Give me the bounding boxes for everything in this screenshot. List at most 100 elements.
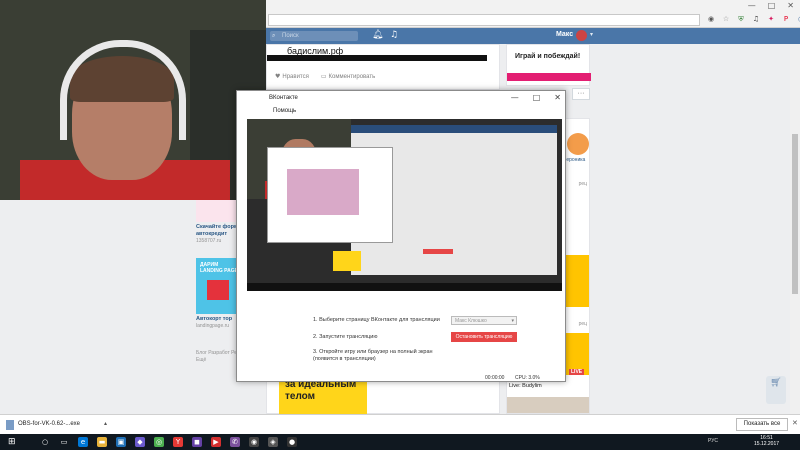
preview-header	[351, 125, 557, 133]
ad-image-label: ДАРИМ LANDING PAGE	[200, 262, 238, 274]
live-label[interactable]: Live: Budylim	[509, 383, 542, 389]
viber-icon[interactable]: ✆	[230, 437, 240, 447]
video-icon[interactable]: ▶	[211, 437, 221, 447]
feed-post: бадислим.рф ♥ Нравится ▭ Комментировать	[266, 44, 500, 90]
app-icon[interactable]: ◆	[135, 437, 145, 447]
right-ad[interactable]: Играй и побеждай!	[506, 44, 591, 86]
chevron-down-icon[interactable]: ▾	[590, 31, 593, 38]
rail-image[interactable]	[565, 255, 589, 307]
user-name[interactable]: Макс	[556, 31, 573, 38]
edge-icon[interactable]: e	[78, 437, 88, 447]
more-button[interactable]: ···	[572, 88, 590, 100]
rail-date: рец	[578, 181, 587, 187]
download-bar: OBS-for-VK-0.62-...exe ▴ Показать все ✕	[0, 414, 800, 434]
taskbar-apps: ○ ▭ e ▬ ▣ ◆ ◎ Y ◼ ▶ ✆ ◉ ◈ ●	[40, 437, 297, 447]
preview-ad	[333, 251, 361, 271]
ad-image	[196, 200, 240, 222]
clock-date: 15.12.2017	[754, 441, 780, 447]
like-label: Нравится	[282, 74, 309, 80]
music-icon[interactable]: ♫	[751, 14, 761, 24]
maximize-icon[interactable]: □	[533, 93, 541, 102]
preview-taskbar	[247, 283, 562, 291]
step-1: 1. Выберите страницу ВКонтакте для транс…	[313, 317, 440, 323]
window-controls: — □ ✕	[511, 93, 561, 102]
status-time: 00:00:00	[485, 375, 505, 381]
file-icon	[6, 420, 14, 430]
address-bar[interactable]	[268, 14, 700, 26]
minimize-icon[interactable]: —	[748, 1, 756, 10]
cart-icon[interactable]: 🛒︎	[766, 376, 786, 404]
close-icon[interactable]: ✕	[787, 1, 794, 10]
post-banner-text: бадислим.рф	[287, 46, 344, 56]
comment-label: Комментировать	[328, 74, 376, 80]
store-icon[interactable]: ▣	[116, 437, 126, 447]
language-indicator[interactable]: РУС	[708, 438, 718, 444]
preview-button	[423, 249, 453, 254]
avatar[interactable]	[567, 133, 589, 155]
heart-icon: ♥	[275, 73, 281, 80]
avatar[interactable]	[576, 30, 587, 41]
show-all-button[interactable]: Показать все	[736, 418, 788, 431]
scrollbar-thumb[interactable]	[792, 134, 798, 294]
maximize-icon[interactable]: □	[768, 1, 776, 10]
chevron-down-icon: ▾	[511, 318, 514, 324]
search-icon[interactable]: ○	[40, 437, 50, 447]
twitch-icon[interactable]: ◼	[192, 437, 202, 447]
window-title: ВКонтакте	[269, 95, 298, 101]
windows-start-icon[interactable]: ⊞	[8, 437, 16, 447]
preview-nested-window	[287, 169, 359, 215]
comment-icon: ▭	[320, 73, 327, 80]
live-badge: LIVE	[569, 369, 585, 375]
page-select[interactable]: Макс Клюшко ▾	[451, 316, 517, 325]
right-ad-bar	[507, 73, 591, 81]
window-controls: — □ ✕	[748, 1, 794, 10]
menu-help[interactable]: Помощь	[273, 108, 296, 114]
stop-broadcast-button[interactable]: Остановить трансляцию	[451, 332, 517, 342]
comment-button[interactable]: ▭ Комментировать	[321, 73, 375, 80]
step-2: 2. Запустите трансляцию	[313, 334, 378, 340]
friend-name[interactable]: Вероника	[563, 157, 585, 163]
close-icon[interactable]: ✕	[554, 93, 561, 102]
chevron-up-icon[interactable]: ▴	[104, 420, 107, 427]
like-button[interactable]: ♥ Нравится	[275, 73, 309, 80]
app3-icon[interactable]: ◈	[268, 437, 278, 447]
extension-icons: ◉☆⛨♫✦P◎⋮	[706, 14, 800, 24]
bookmark-icon[interactable]: ✦	[766, 14, 776, 24]
pinterest-icon[interactable]: P	[781, 14, 791, 24]
webcam-overlay	[0, 0, 266, 200]
obs-icon[interactable]: ●	[287, 437, 297, 447]
page-select-value: Макс Клюшко	[455, 318, 487, 324]
stream-preview	[247, 119, 562, 291]
globe-icon[interactable]: ◎	[796, 14, 800, 24]
search-placeholder: Поиск	[282, 33, 299, 39]
bell-icon[interactable]: 🔔︎	[372, 30, 383, 40]
shield-icon[interactable]: ⛨	[736, 14, 746, 24]
broadcast-window: ВКонтакте Помощь — □ ✕ 1. Выберите стран…	[236, 90, 566, 382]
right-ad-heading: Играй и побеждай!	[515, 53, 581, 60]
ad-image: ДАРИМ LANDING PAGE	[196, 258, 240, 314]
minimize-icon[interactable]: —	[511, 93, 519, 102]
rail-date: рец	[578, 321, 587, 327]
folder-icon[interactable]: ▬	[97, 437, 107, 447]
yandex-icon[interactable]: Y	[173, 437, 183, 447]
post-banner[interactable]: бадислим.рф	[267, 45, 499, 61]
ad-card-text: за идеальным телом	[285, 379, 357, 402]
download-file-name[interactable]: OBS-for-VK-0.62-...exe	[18, 421, 80, 427]
task-view-icon[interactable]: ▭	[59, 437, 69, 447]
app2-icon[interactable]: ◉	[249, 437, 259, 447]
eye-icon[interactable]: ◉	[706, 14, 716, 24]
search-icon: ⌕	[272, 32, 276, 39]
music-icon[interactable]: ♫	[390, 30, 398, 40]
search-input[interactable]: ⌕ Поиск	[270, 31, 358, 41]
post-actions: ♥ Нравится ▭ Комментировать	[275, 73, 375, 80]
status-cpu: CPU: 3.0%	[515, 375, 540, 381]
gift-icon	[207, 280, 229, 300]
step-3: 3. Откройте игру или браузер на полный э…	[313, 349, 433, 362]
live-thumbnail[interactable]	[507, 397, 589, 413]
scrollbar[interactable]	[790, 44, 800, 414]
chrome-icon[interactable]: ◎	[154, 437, 164, 447]
close-icon[interactable]: ✕	[792, 419, 798, 427]
star-icon[interactable]: ☆	[721, 14, 731, 24]
clock[interactable]: 16:51 15.12.2017	[754, 435, 779, 447]
taskbar: ⊞ ○ ▭ e ▬ ▣ ◆ ◎ Y ◼ ▶ ✆ ◉ ◈ ● РУС 16:51 15.12.2017	[0, 434, 800, 450]
